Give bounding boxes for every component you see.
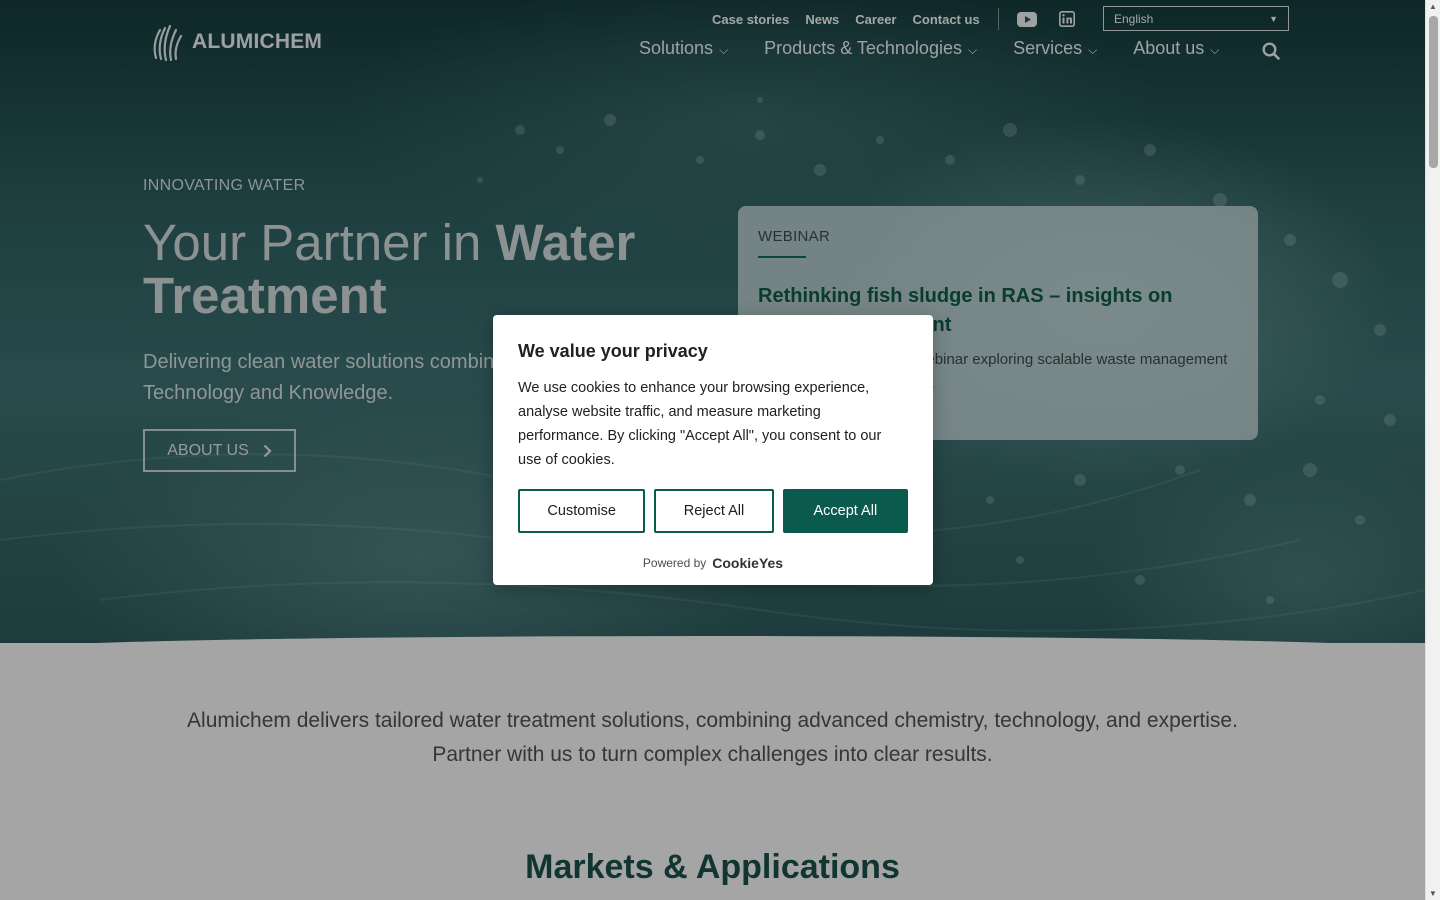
customise-button[interactable]: Customise <box>518 489 646 533</box>
powered-by: Powered by CookieYes <box>518 555 908 571</box>
cookie-dialog-buttons: Customise Reject All Accept All <box>518 489 908 533</box>
scroll-down-arrow-icon[interactable]: ▼ <box>1429 889 1437 898</box>
page: ALUMICHEM Case stories News Career Conta… <box>0 0 1425 900</box>
accept-all-button[interactable]: Accept All <box>782 489 908 533</box>
cookieyes-logo[interactable]: CookieYes <box>712 555 783 571</box>
vertical-scrollbar[interactable]: ▲ ▼ <box>1425 0 1440 900</box>
cookie-dialog-text: We use cookies to enhance your browsing … <box>518 380 882 468</box>
scrollbar-thumb[interactable] <box>1429 16 1438 168</box>
reject-all-button[interactable]: Reject All <box>654 489 774 533</box>
cookie-consent-dialog: We value your privacy We use cookies to … <box>493 315 933 585</box>
cookie-dialog-title: We value your privacy <box>518 341 708 361</box>
scroll-up-arrow-icon[interactable]: ▲ <box>1429 2 1437 11</box>
powered-by-label: Powered by <box>642 556 707 570</box>
